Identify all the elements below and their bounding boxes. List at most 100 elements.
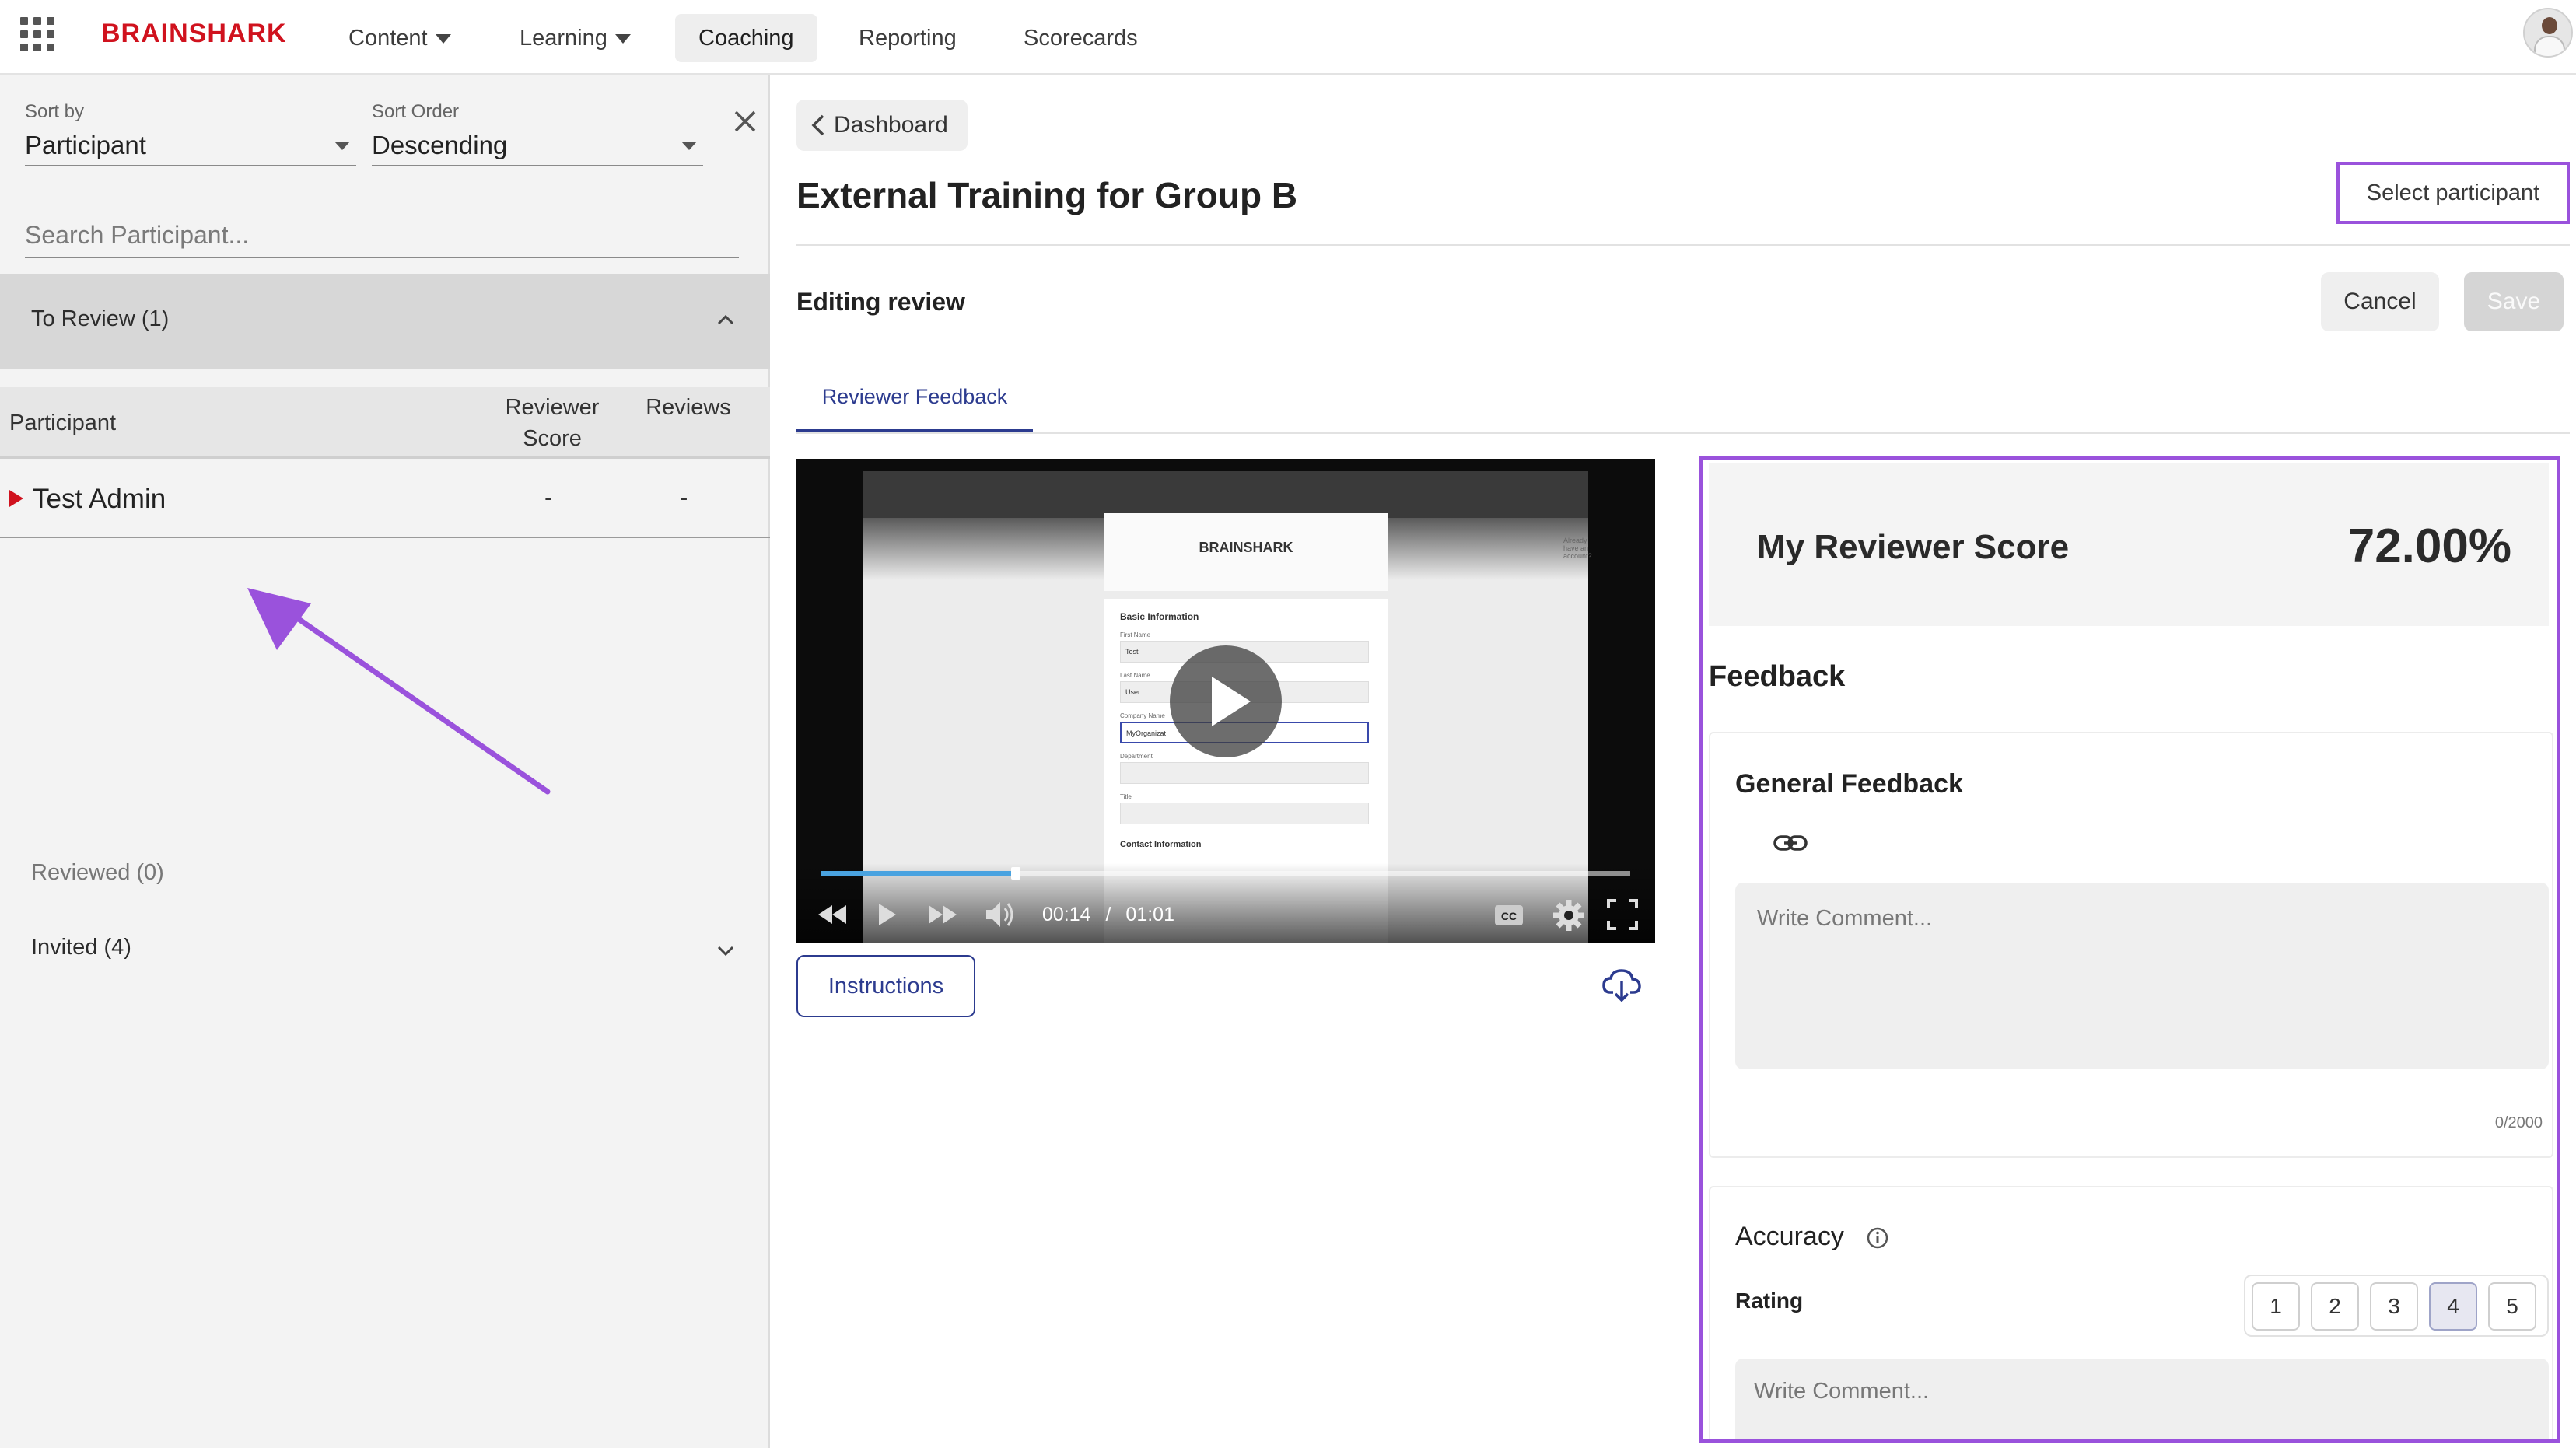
feedback-heading: Feedback: [1709, 660, 1846, 693]
sort-by-value: Participant: [25, 131, 146, 159]
nav-item-label: Learning: [520, 26, 607, 51]
cancel-button[interactable]: Cancel: [2321, 272, 2439, 331]
column-header-reviewer-score[interactable]: Reviewer Score: [498, 392, 607, 454]
nav-item-reporting[interactable]: Reporting: [835, 14, 980, 62]
participant-reviewer-score: -: [544, 484, 553, 511]
rating-selector: 1 2 3 4 5: [2244, 1275, 2549, 1337]
video-frame-text: Department: [1120, 753, 1153, 760]
video-frame-text: Company Name: [1120, 712, 1165, 719]
save-button[interactable]: Save: [2464, 272, 2564, 331]
to-review-section-header[interactable]: To Review (1): [0, 274, 770, 369]
rating-option-1[interactable]: 1: [2252, 1282, 2300, 1331]
time-separator: /: [1105, 904, 1111, 925]
app-launcher-icon[interactable]: [20, 17, 54, 51]
caret-down-icon: [614, 34, 631, 44]
video-time-display: 00:14 / 01:01: [1042, 904, 1174, 926]
chevron-down-icon[interactable]: [716, 941, 736, 961]
fullscreen-icon[interactable]: [1605, 897, 1640, 932]
close-icon[interactable]: [730, 106, 761, 137]
tab-reviewer-feedback[interactable]: Reviewer Feedback: [796, 370, 1033, 432]
instructions-button[interactable]: Instructions: [796, 955, 975, 1017]
select-participant-button[interactable]: Select participant: [2336, 162, 2570, 224]
chevron-up-icon: [717, 314, 734, 325]
nav-item-label: Scorecards: [1024, 26, 1138, 51]
nav-item-learning[interactable]: Learning: [496, 14, 654, 62]
expand-row-icon[interactable]: [9, 490, 23, 507]
column-header-reviews[interactable]: Reviews: [630, 392, 747, 423]
accuracy-card: Accuracy Rating 1 2 3 4 5 Write Comment.…: [1709, 1186, 2553, 1439]
video-progress-fill: [821, 871, 1016, 876]
divider: [796, 244, 2570, 246]
video-frame-logo: BRAINSHARK: [1199, 540, 1293, 555]
caret-down-icon: [435, 34, 451, 44]
svg-text:CC: CC: [1501, 910, 1517, 922]
accuracy-comment-input[interactable]: Write Comment...: [1735, 1359, 2549, 1439]
nav-item-label: Coaching: [698, 26, 794, 51]
reviewer-score-label: My Reviewer Score: [1757, 528, 2070, 566]
cloud-download-icon[interactable]: [1602, 967, 1641, 1003]
sort-order-value: Descending: [372, 131, 508, 159]
rating-option-5[interactable]: 5: [2488, 1282, 2536, 1331]
fast-forward-icon[interactable]: [927, 897, 958, 932]
video-scrubber-handle[interactable]: [1010, 867, 1020, 880]
settings-gear-icon[interactable]: [1551, 897, 1587, 933]
captions-icon[interactable]: CC: [1492, 897, 1526, 932]
chevron-left-icon: [811, 114, 824, 136]
rewind-icon[interactable]: [817, 897, 848, 932]
annotation-arrow: [247, 588, 551, 795]
volume-icon[interactable]: [983, 897, 1017, 932]
sort-order-label: Sort Order: [372, 101, 460, 122]
video-frame-text: Already have an account?: [1563, 537, 1592, 560]
table-row[interactable]: Test Admin - -: [0, 460, 770, 538]
accuracy-title: Accuracy: [1735, 1222, 1844, 1251]
video-player[interactable]: Already have an account? BRAINSHARK Basi…: [796, 459, 1655, 943]
review-panel: My Reviewer Score 72.00% Feedback Genera…: [1699, 456, 2560, 1443]
nav-item-scorecards[interactable]: Scorecards: [1000, 14, 1161, 62]
invited-section-label[interactable]: Invited (4): [31, 935, 131, 960]
back-to-dashboard-button[interactable]: Dashboard: [796, 100, 968, 151]
dropdown-arrow-icon: [334, 142, 350, 150]
current-time: 00:14: [1042, 904, 1091, 925]
sort-by-select[interactable]: Participant: [25, 124, 356, 166]
brand-logo[interactable]: BRAINSHARK: [101, 19, 287, 49]
nav-item-coaching[interactable]: Coaching: [675, 14, 817, 62]
search-participant-input[interactable]: Search Participant...: [25, 213, 739, 258]
editing-review-heading: Editing review: [796, 288, 965, 316]
info-icon[interactable]: [1866, 1226, 1889, 1250]
nav-item-label: Reporting: [859, 26, 957, 51]
video-progress-bar[interactable]: [821, 867, 1630, 880]
reviewer-score-value: 72.00%: [2347, 519, 2511, 573]
rating-option-2[interactable]: 2: [2311, 1282, 2359, 1331]
back-button-label: Dashboard: [834, 112, 948, 138]
reviewer-score-card: My Reviewer Score 72.00%: [1709, 463, 2549, 626]
play-icon: [1212, 677, 1251, 726]
video-frame-text: Last Name: [1120, 672, 1150, 679]
sort-order-select[interactable]: Descending: [372, 124, 703, 166]
rating-label: Rating: [1735, 1289, 1804, 1313]
character-counter: 0/2000: [2494, 1114, 2543, 1131]
top-nav: BRAINSHARK Content Learning Coaching Rep…: [0, 0, 2576, 75]
dropdown-arrow-icon: [681, 142, 697, 150]
duration: 01:01: [1125, 904, 1174, 925]
play-icon[interactable]: [874, 897, 898, 932]
nav-item-content[interactable]: Content: [325, 14, 474, 62]
general-feedback-comment-input[interactable]: Write Comment...: [1735, 883, 2549, 1069]
link-icon[interactable]: [1773, 831, 1808, 855]
video-frame-text: First Name: [1120, 631, 1151, 638]
rating-option-4[interactable]: 4: [2429, 1282, 2477, 1331]
participant-reviews: -: [680, 484, 688, 511]
sort-by-label: Sort by: [25, 101, 85, 122]
video-frame-text: Basic Information: [1120, 611, 1199, 622]
general-feedback-card: General Feedback Write Comment... 0/2000: [1709, 732, 2553, 1158]
tab-divider: [796, 432, 2570, 434]
column-header-participant[interactable]: Participant: [9, 407, 116, 439]
play-overlay-button[interactable]: [1170, 645, 1282, 757]
user-avatar[interactable]: [2523, 8, 2573, 58]
to-review-label: To Review (1): [31, 306, 170, 331]
participants-table-header: Participant Reviewer Score Reviews: [0, 387, 770, 459]
video-frame-text: Contact Information: [1120, 840, 1202, 849]
rating-option-3[interactable]: 3: [2370, 1282, 2418, 1331]
page-title: External Training for Group B: [796, 175, 1298, 215]
reviewed-section-label[interactable]: Reviewed (0): [31, 860, 164, 886]
participant-name: Test Admin: [33, 484, 166, 514]
